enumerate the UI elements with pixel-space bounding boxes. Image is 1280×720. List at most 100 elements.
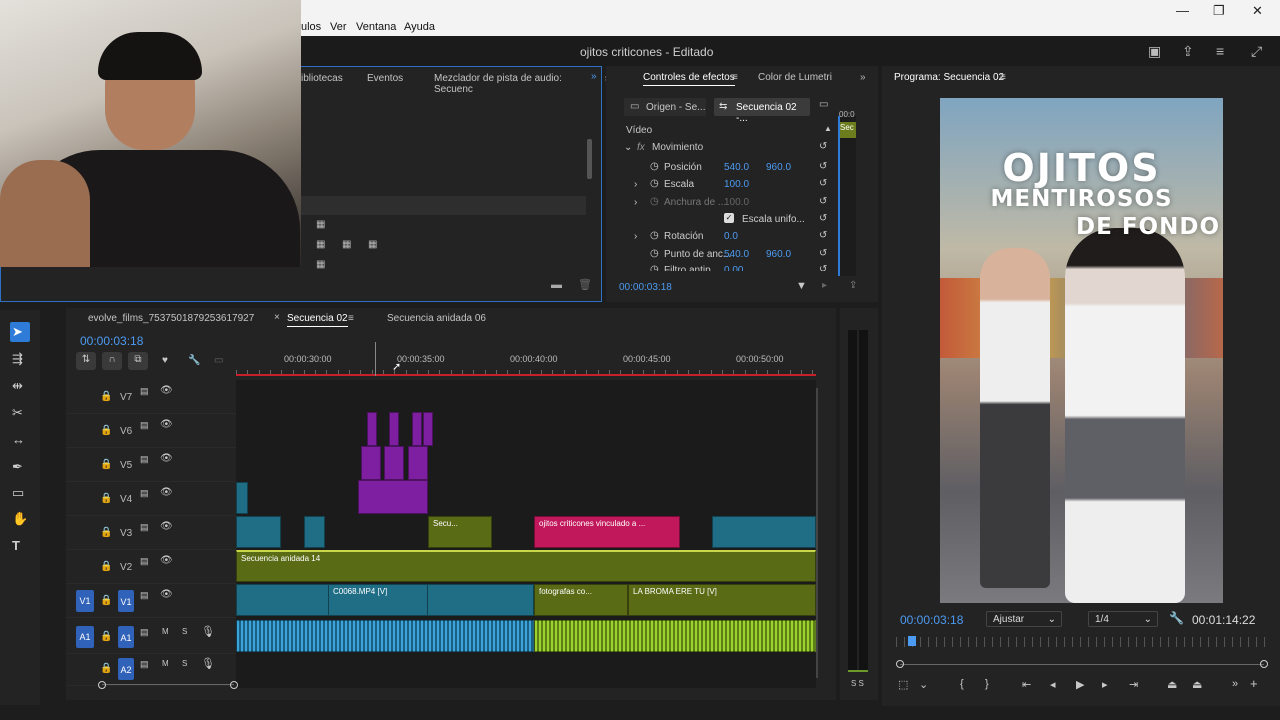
property-value-1[interactable]: 100.0 <box>724 179 749 190</box>
type-tool-icon[interactable]: T <box>12 538 20 553</box>
close-icon[interactable]: ✕ <box>1252 3 1263 19</box>
eye-icon[interactable]: 👁 <box>160 419 173 430</box>
sync-lock-icon[interactable]: ▤ <box>140 488 149 499</box>
clip-ojitos-criticones[interactable]: ojitos criticones vinculado a ... <box>534 516 680 548</box>
clip-secuencia-anidada-14[interactable]: Secuencia anidada 14 <box>236 550 816 582</box>
safe-margins-icon[interactable]: ⬚ <box>898 678 908 691</box>
tab-secuencia-02[interactable]: Secuencia 02 <box>287 313 348 327</box>
list-item[interactable] <box>301 196 586 215</box>
vertical-scrollbar[interactable] <box>816 388 818 678</box>
mark-in-icon[interactable]: { <box>960 678 964 690</box>
track-header-v4[interactable]: 🔒 V4 ▤ 👁 <box>66 482 236 516</box>
track-header-v5[interactable]: 🔒 V5 ▤ 👁 <box>66 448 236 482</box>
track-header-v6[interactable]: 🔒 V6 ▤ 👁 <box>66 414 236 448</box>
microphone-icon[interactable]: 🎙 <box>201 625 215 638</box>
stopwatch-icon[interactable]: ◷ <box>650 230 659 241</box>
add-button-icon[interactable]: + <box>1250 676 1258 691</box>
eye-icon[interactable]: 👁 <box>160 589 173 600</box>
more-panels-icon[interactable]: » <box>591 71 597 82</box>
play-icon[interactable]: ▶ <box>1076 678 1084 691</box>
tab-eventos[interactable]: Eventos <box>367 73 403 84</box>
source-patch[interactable]: A1 <box>76 626 94 648</box>
track-header-v3[interactable]: 🔒 V3 ▤ 👁 <box>66 516 236 550</box>
workspaces-icon[interactable]: ≡ <box>1216 43 1224 59</box>
chevron-down-icon[interactable]: ⌄ <box>919 678 928 691</box>
mini-timeline[interactable]: 00:0 Sec <box>838 110 856 276</box>
lift-icon[interactable]: ⏏ <box>1167 678 1177 691</box>
effect-property-row[interactable]: ◷ Filtro antip... 0.00 ↺ <box>606 265 836 271</box>
stopwatch-icon[interactable]: ◷ <box>650 161 659 172</box>
source-tab[interactable]: ▭ Origen - Se... <box>624 98 706 116</box>
track-header-a2[interactable]: 🔒 A2 ▤ M S 🎙 <box>66 652 236 686</box>
eye-icon[interactable]: 👁 <box>160 521 173 532</box>
slip-icon[interactable]: ↔ <box>12 432 25 447</box>
lock-icon[interactable]: 🔒 <box>100 527 112 538</box>
lock-icon[interactable]: 🔒 <box>100 493 112 504</box>
effect-property-row[interactable]: › ◷ Anchura de ... 100.0 ↺ <box>606 196 836 213</box>
clip[interactable] <box>236 482 248 514</box>
track-header-v7[interactable]: 🔒 V7 ▤ 👁 <box>66 380 236 414</box>
reset-icon[interactable]: ↺ <box>819 213 827 224</box>
tab-lumetri-color[interactable]: Color de Lumetri <box>758 72 832 83</box>
program-playhead[interactable] <box>908 636 916 646</box>
wrench-icon[interactable]: 🔧 <box>1169 611 1184 625</box>
clip[interactable] <box>236 516 281 548</box>
tab-audio-mixer[interactable]: Mezclador de pista de audio: Secuenc <box>434 73 601 95</box>
track-target[interactable]: A2 <box>118 658 134 680</box>
new-bin-icon[interactable]: ▬ <box>551 279 562 291</box>
clip[interactable] <box>412 412 422 446</box>
clip[interactable] <box>712 516 816 548</box>
timeline-timecode[interactable]: 00:00:03:18 <box>80 334 143 348</box>
track-target[interactable]: A1 <box>118 626 134 648</box>
step-forward-icon[interactable]: ▸ <box>1102 678 1108 691</box>
close-icon[interactable]: × <box>274 312 280 323</box>
stopwatch-icon[interactable]: ◷ <box>650 196 659 207</box>
sync-lock-icon[interactable]: ▤ <box>140 420 149 431</box>
effect-property-row[interactable]: ✓ Escala unifo... ↺ <box>606 213 836 230</box>
sync-lock-icon[interactable]: ▤ <box>140 590 149 601</box>
linked-selection-icon[interactable]: ⧉ <box>128 352 148 370</box>
stopwatch-icon[interactable]: ◷ <box>650 178 659 189</box>
menu-item-ver[interactable]: Ver <box>330 21 347 33</box>
lock-icon[interactable]: 🔒 <box>100 595 112 606</box>
reset-icon[interactable]: ↺ <box>819 141 827 152</box>
clip[interactable] <box>384 446 404 480</box>
property-value-1[interactable]: 100.0 <box>724 197 749 208</box>
effect-property-row[interactable]: ◷ Posición 540.0 960.0 ↺ <box>606 161 836 178</box>
extract-icon[interactable]: ⏏ <box>1192 678 1202 691</box>
bin-icon[interactable]: ▦ <box>316 239 325 250</box>
property-value-1[interactable]: 0.00 <box>724 265 743 271</box>
menu-item-ventana[interactable]: Ventana <box>356 21 396 33</box>
sync-lock-icon[interactable]: ▤ <box>140 454 149 465</box>
sync-lock-icon[interactable]: ▤ <box>140 556 149 567</box>
clip-fotografas[interactable]: fotografas co... <box>534 584 628 616</box>
work-area-bar[interactable] <box>236 374 816 376</box>
clip[interactable] <box>367 412 377 446</box>
sync-lock-icon[interactable]: ▤ <box>140 627 149 638</box>
clip-secuencia[interactable]: Secu... <box>428 516 492 548</box>
audio-clip[interactable] <box>236 620 534 652</box>
video-frame[interactable]: OJITOS MENTIROSOS DE FONDO <box>940 98 1223 603</box>
clip[interactable] <box>389 412 399 446</box>
sync-lock-icon[interactable]: ▤ <box>140 522 149 533</box>
property-value-1[interactable]: 540.0 <box>724 162 749 173</box>
tab-effect-controls[interactable]: Controles de efectos <box>643 72 735 86</box>
eye-icon[interactable]: 👁 <box>160 555 173 566</box>
lock-icon[interactable]: 🔒 <box>100 631 112 642</box>
stopwatch-icon[interactable]: ◷ <box>650 248 659 259</box>
step-back-icon[interactable]: ◂ <box>1050 678 1056 691</box>
selection-tool-icon[interactable]: ➤ <box>12 324 23 340</box>
clip[interactable] <box>361 446 381 480</box>
effect-property-row[interactable]: › ◷ Escala 100.0 ↺ <box>606 178 836 195</box>
chevron-right-icon[interactable]: › <box>634 197 637 208</box>
chevron-right-icon[interactable]: › <box>634 231 637 242</box>
reset-icon[interactable]: ↺ <box>819 196 827 207</box>
chevron-right-icon[interactable]: › <box>634 179 637 190</box>
lock-icon[interactable]: 🔒 <box>100 459 112 470</box>
lock-icon[interactable]: 🔒 <box>100 561 112 572</box>
time-ruler[interactable]: 00:00:30:00 00:00:35:00 00:00:40:00 00:00:4… <box>236 348 816 376</box>
sync-lock-icon[interactable]: ▤ <box>140 659 149 670</box>
scroll-handle-left[interactable] <box>896 660 904 668</box>
source-patch[interactable]: V1 <box>76 590 94 612</box>
track-select-icon[interactable]: ⇶ <box>12 351 23 367</box>
